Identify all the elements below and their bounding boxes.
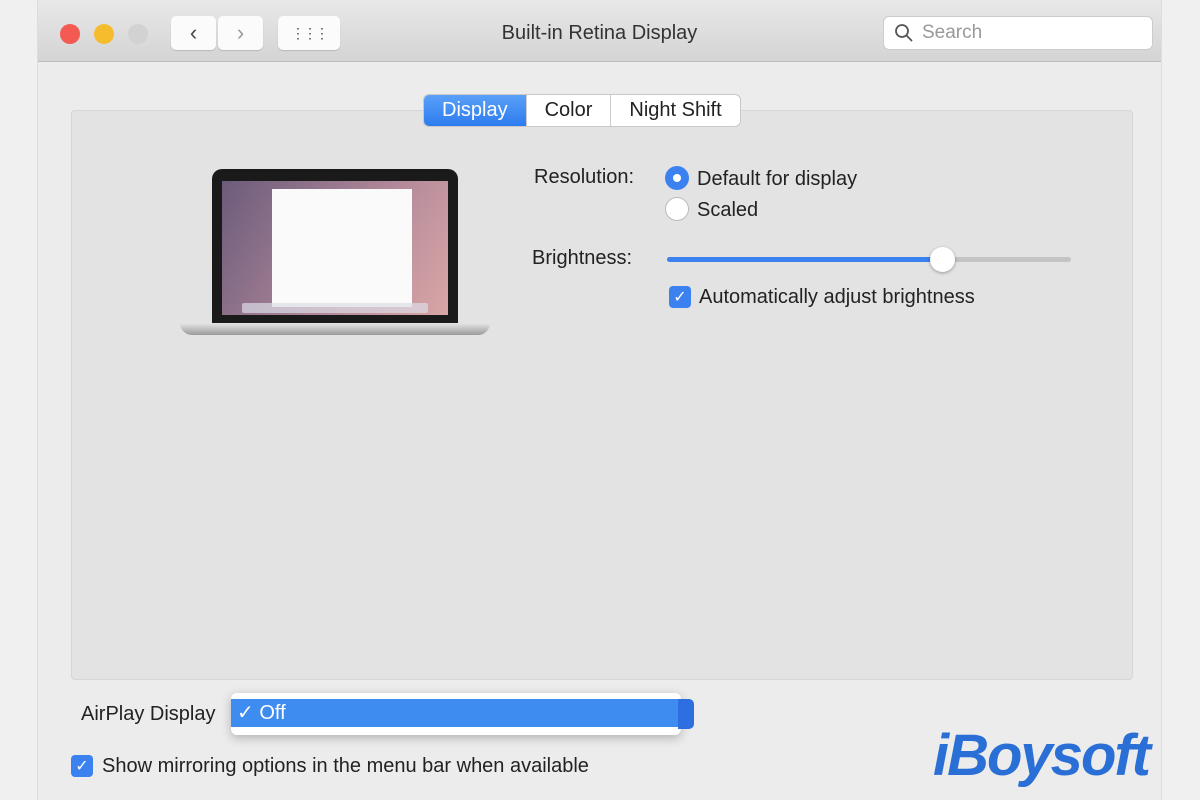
title-bar: ‹ › ⋮⋮⋮ Built-in Retina Display Search bbox=[38, 0, 1161, 62]
resolution-label: Resolution: bbox=[534, 166, 635, 188]
checkmark-icon: ✓ bbox=[673, 289, 687, 306]
search-icon bbox=[895, 24, 913, 42]
airplay-label: AirPlay Display bbox=[81, 703, 216, 725]
tab-color[interactable]: Color bbox=[527, 95, 612, 126]
checkmark-icon: ✓ bbox=[75, 758, 89, 775]
search-placeholder: Search bbox=[922, 22, 983, 43]
auto-brightness-checkbox[interactable]: ✓ bbox=[669, 286, 691, 308]
airplay-option-off[interactable]: ✓ Off bbox=[231, 699, 681, 727]
laptop-image bbox=[180, 169, 490, 335]
settings-panel bbox=[71, 110, 1133, 680]
iboysoft-watermark: iBoysoft bbox=[933, 723, 1151, 788]
radio-scaled[interactable] bbox=[665, 197, 689, 221]
search-input[interactable]: Search bbox=[883, 16, 1153, 50]
mirroring-checkbox[interactable]: ✓ bbox=[71, 755, 93, 777]
tab-display[interactable]: Display bbox=[424, 95, 527, 126]
scaled-label: Scaled bbox=[697, 199, 759, 221]
auto-brightness-label: Automatically adjust brightness bbox=[699, 286, 975, 308]
tab-bar: Display Color Night Shift bbox=[424, 95, 740, 126]
brightness-fill bbox=[667, 257, 942, 262]
default-for-display-label: Default for display bbox=[697, 168, 858, 190]
brightness-slider[interactable] bbox=[667, 247, 1071, 272]
radio-default-for-display[interactable] bbox=[665, 166, 689, 190]
tab-night-shift[interactable]: Night Shift bbox=[611, 95, 739, 126]
airplay-stepper-icon[interactable] bbox=[678, 699, 694, 729]
airplay-dropdown[interactable]: ✓ Off bbox=[231, 693, 681, 735]
brightness-label: Brightness: bbox=[532, 247, 633, 269]
window: ‹ › ⋮⋮⋮ Built-in Retina Display Search D… bbox=[37, 0, 1162, 800]
brightness-knob[interactable] bbox=[929, 247, 955, 272]
mirroring-label: Show mirroring options in the menu bar w… bbox=[102, 755, 589, 777]
